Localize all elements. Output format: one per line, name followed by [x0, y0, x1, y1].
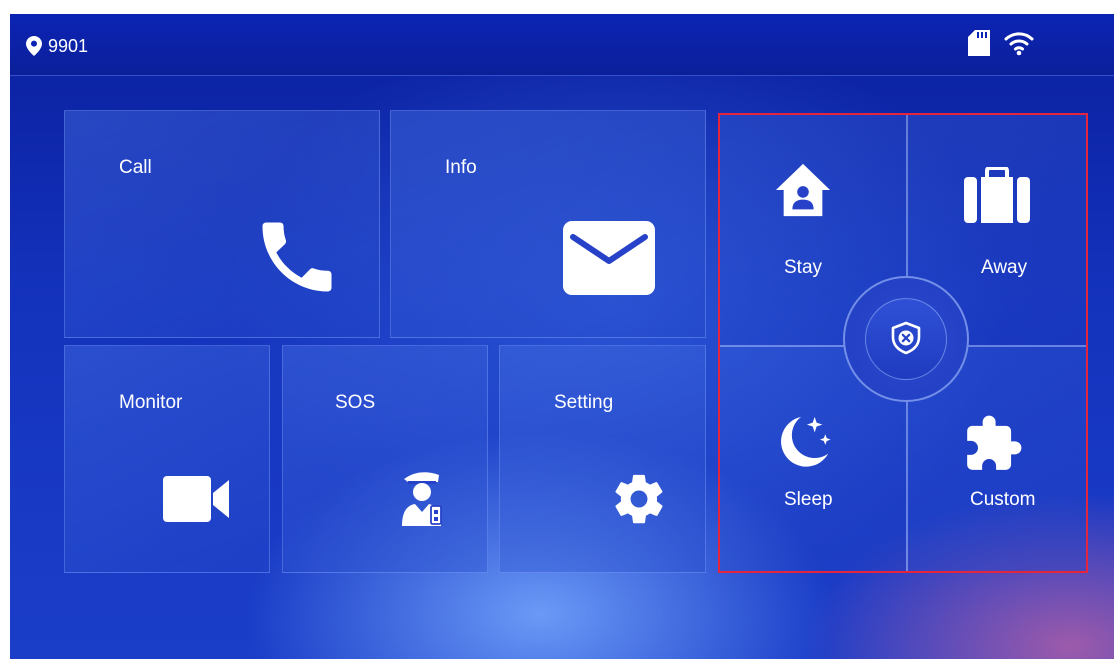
call-label: Call — [119, 157, 152, 178]
away-label: Away — [981, 257, 1028, 278]
sd-card-icon — [968, 30, 990, 56]
disarm-button[interactable] — [843, 276, 969, 402]
status-bar: 9901 — [10, 14, 1114, 76]
setting-label: Setting — [554, 392, 614, 413]
sleep-label: Sleep — [784, 489, 833, 510]
wifi-icon — [1004, 32, 1034, 56]
screen: 9901 Call Info Monitor SOS Setting Stay … — [10, 14, 1114, 659]
phone-icon — [262, 222, 332, 292]
call-tile[interactable]: Call — [64, 110, 380, 338]
sos-tile[interactable]: SOS — [282, 345, 488, 573]
disarm-button-ring — [865, 298, 947, 380]
sos-label: SOS — [335, 392, 376, 413]
alarm-mode-panel: Stay Away Sleep Custom — [718, 113, 1088, 573]
monitor-tile[interactable]: Monitor — [64, 345, 270, 573]
gear-icon — [615, 474, 663, 524]
puzzle-icon — [967, 415, 1022, 470]
shield-x-icon — [891, 321, 921, 355]
security-guard-icon — [402, 472, 442, 526]
monitor-label: Monitor — [119, 392, 183, 413]
device-id: 9901 — [48, 36, 89, 56]
status-icons — [968, 30, 1034, 56]
setting-tile[interactable]: Setting — [499, 345, 706, 573]
envelope-icon — [563, 221, 655, 295]
info-label: Info — [445, 157, 477, 178]
location-pin-icon — [26, 36, 42, 56]
house-person-icon — [775, 163, 831, 217]
briefcase-icon — [964, 167, 1030, 223]
device-indicator: 9901 — [26, 35, 88, 57]
moon-stars-icon — [781, 416, 831, 467]
custom-label: Custom — [970, 489, 1036, 510]
stay-label: Stay — [784, 257, 823, 278]
video-camera-icon — [163, 476, 229, 522]
info-tile[interactable]: Info — [390, 110, 706, 338]
